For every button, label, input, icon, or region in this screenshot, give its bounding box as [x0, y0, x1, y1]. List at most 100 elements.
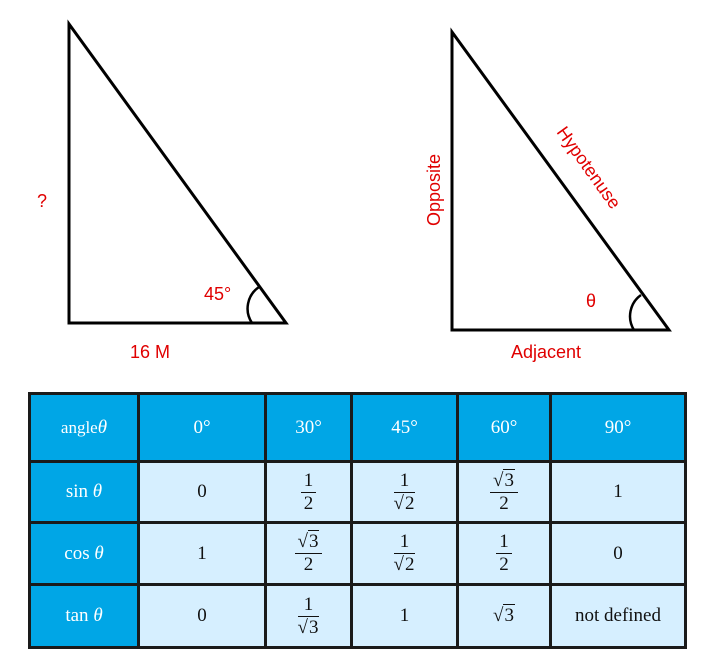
numerator-text: 1 [399, 469, 410, 491]
corner-label: angle [60, 417, 98, 437]
radicand: 3 [307, 530, 320, 553]
triangle-diagrams: 45° 16 M ? θ Adjacent Opposite Hypotenus… [37, 19, 672, 362]
right-angle-arc [628, 293, 642, 331]
value-cell: 12 [264, 460, 353, 524]
value-cell: √3 2 [456, 460, 552, 524]
value-cell: 1 [350, 583, 459, 649]
function-symbol: θ [93, 605, 103, 626]
sqrt-expr: √2 [393, 491, 416, 514]
sqrt-expr: √3 [493, 604, 515, 626]
radicand: 3 [503, 468, 515, 491]
left-angle-arc [246, 285, 260, 324]
function-symbol: θ [92, 481, 103, 502]
sqrt-expr: √2 [393, 553, 416, 575]
denominator: √2 [393, 491, 416, 514]
value-cell: 12 [456, 521, 552, 586]
fraction: 12 [496, 532, 512, 575]
value-cell: 1 √3 [264, 583, 353, 649]
value-text: 1 [399, 605, 410, 626]
numerator-text: 1 [499, 531, 509, 553]
sqrt-expr: √3 [493, 468, 515, 491]
left-triangle: 45° 16 M ? [37, 19, 289, 362]
value-cell: 0 [137, 583, 267, 649]
numerator-text: 1 [303, 469, 314, 491]
table-header-row: angleθ 0° 30° 45° 60° 90° [28, 392, 687, 463]
denominator-text: 2 [303, 554, 314, 575]
numerator-text: 1 [399, 531, 410, 553]
hypotenuse-label: Hypotenuse [553, 123, 625, 213]
function-name: tan [65, 605, 89, 626]
value-text: 1 [197, 542, 207, 564]
left-triangle-shape [67, 19, 289, 325]
right-triangle: θ Adjacent Opposite Hypotenuse [424, 27, 672, 362]
opposite-label: Opposite [424, 154, 444, 226]
denominator-text: 2 [499, 492, 509, 514]
fraction: 12 [300, 469, 317, 514]
numerator: 1 [301, 469, 317, 491]
table-row: tan θ 0 1 √3 1 √3 not defined [28, 583, 687, 649]
numerator: 1 [496, 532, 512, 552]
left-unknown-side-label: ? [37, 191, 47, 211]
denominator: 2 [304, 555, 314, 575]
function-label: sin θ [28, 460, 140, 524]
numerator: √3 [490, 468, 518, 491]
denominator: 2 [303, 492, 314, 514]
radicand: 2 [403, 491, 416, 514]
value-text: not defined [574, 605, 661, 626]
value-cell: 0 [137, 460, 267, 524]
denominator: 2 [499, 492, 509, 514]
value-text: 0 [613, 542, 623, 564]
denominator: √2 [393, 553, 416, 575]
numerator: √3 [295, 530, 323, 553]
header-angle: 60° [456, 392, 552, 463]
function-symbol: θ [94, 542, 104, 564]
numerator-text: 1 [303, 593, 314, 615]
function-name: cos [64, 542, 90, 564]
header-angle: 0° [137, 392, 267, 463]
header-angle: 30° [264, 392, 353, 463]
radicand: 3 [503, 604, 515, 626]
value-cell: 1 [137, 521, 267, 586]
value-cell: not defined [549, 583, 687, 649]
fraction: 1 √2 [393, 532, 416, 575]
header-corner: angleθ [28, 392, 140, 463]
value-cell: 0 [549, 521, 687, 586]
value-text: 0 [197, 605, 207, 626]
denominator: √3 [297, 615, 320, 638]
table-row: cos θ 1 √3 2 1 √2 1 2 0 [28, 521, 687, 586]
sqrt-expr: √3 [297, 615, 320, 638]
right-triangle-shape [450, 27, 672, 332]
function-label: cos θ [28, 521, 140, 586]
header-angle: 45° [350, 392, 459, 463]
fraction: 1 √2 [393, 469, 416, 514]
denominator: 2 [499, 555, 509, 575]
numerator: 1 [397, 532, 413, 552]
value-cell: 1 √2 [350, 521, 459, 586]
header-angle: 90° [549, 392, 687, 463]
radicand: 3 [307, 615, 320, 638]
left-angle-label: 45° [204, 284, 231, 304]
value-cell: √3 [456, 583, 552, 649]
trig-values-table: angleθ 0° 30° 45° 60° 90° sin θ 0 1 2 1 √2 √3 2… [28, 392, 687, 649]
value-cell: √3 2 [264, 521, 353, 586]
value-text: 0 [197, 481, 207, 502]
sqrt-expr: √3 [297, 530, 320, 553]
fraction: 1 √3 [297, 593, 320, 638]
theta-label: θ [586, 291, 596, 311]
left-base-label: 16 M [130, 342, 170, 362]
fraction: √3 2 [294, 530, 323, 575]
value-cell: 1 [549, 460, 687, 524]
numerator: 1 [397, 469, 413, 491]
corner-symbol: θ [97, 416, 108, 438]
radicand: 2 [403, 553, 416, 575]
numerator: 1 [301, 593, 317, 615]
table-row: sin θ 0 1 2 1 √2 √3 2 1 [28, 460, 687, 524]
function-label: tan θ [28, 583, 140, 649]
function-name: sin [65, 481, 89, 502]
denominator-text: 2 [303, 492, 314, 514]
adjacent-label: Adjacent [511, 342, 581, 362]
denominator-text: 2 [499, 554, 509, 575]
value-cell: 1 √2 [350, 460, 459, 524]
value-text: 1 [613, 481, 623, 502]
fraction: √3 2 [490, 468, 518, 514]
